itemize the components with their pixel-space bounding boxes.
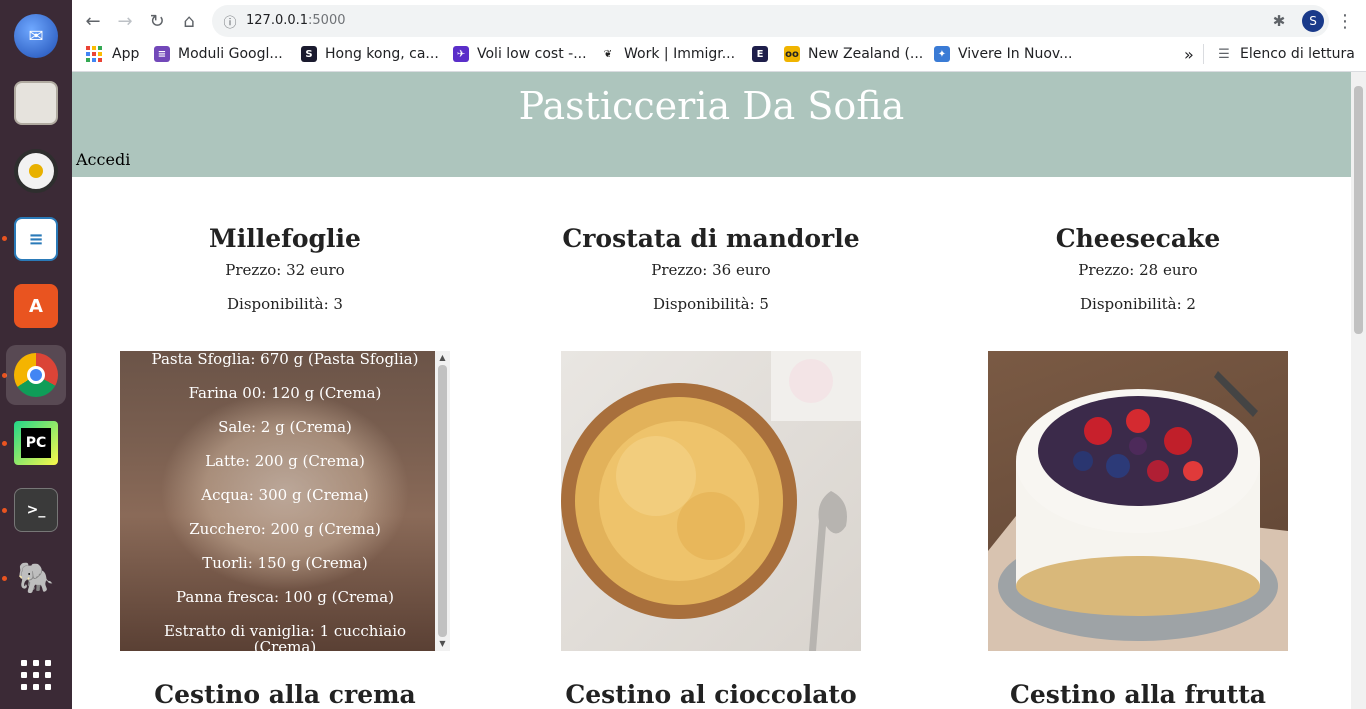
site-info-icon[interactable]: ⓘ <box>220 11 240 31</box>
web-page: Pasticceria Da Sofia Accedi Millefoglie … <box>72 72 1351 709</box>
page-scrollbar[interactable] <box>1351 72 1366 709</box>
thunderbird-icon: ✉ <box>14 14 58 58</box>
site-title: Pasticceria Da Sofia <box>518 84 905 128</box>
product-price: Prezzo: 28 euro <box>1078 261 1198 279</box>
chrome-launcher[interactable] <box>6 345 66 405</box>
site-favicon-icon: ✦ <box>934 46 950 62</box>
pgadmin-launcher[interactable]: 🐘 <box>6 548 66 608</box>
fern-icon: ❦ <box>603 48 613 60</box>
menu-kebab-icon[interactable]: ⋮ <box>1330 6 1360 36</box>
s-icon: S <box>301 46 317 62</box>
browser-toolbar: ← → ↻ ⌂ ⓘ 127.0.0.1:5000 ☆ ✱ S ⋮ <box>72 4 1366 38</box>
ubuntu-dock: ✉ ≡ A PC >_ 🐘 <box>0 0 72 709</box>
address-bar[interactable]: ⓘ 127.0.0.1:5000 ☆ <box>212 5 1329 37</box>
bookmark-vivere-nuova[interactable]: ✦ Vivere In Nuov... <box>934 44 1072 64</box>
app-grid-icon <box>21 660 51 690</box>
forms-icon: ≡ <box>154 46 170 62</box>
cheesecake-photo[interactable] <box>988 351 1288 651</box>
login-link[interactable]: Accedi <box>76 150 130 169</box>
e-icon: E <box>752 46 768 62</box>
forward-icon[interactable]: → <box>110 6 140 36</box>
product-name: Cestino alla crema <box>154 680 416 709</box>
url-text[interactable]: 127.0.0.1:5000 <box>246 13 346 28</box>
scroll-up-icon[interactable]: ▲ <box>438 353 447 363</box>
show-apps-button[interactable] <box>6 645 66 705</box>
software-center-icon: A <box>14 284 58 328</box>
bookmark-voli-low-cost[interactable]: ✈ Voli low cost -... <box>453 44 587 64</box>
tripadvisor-icon: oo <box>784 46 800 62</box>
extensions-icon[interactable]: ✱ <box>1264 6 1294 36</box>
terminal-launcher[interactable]: >_ <box>6 480 66 540</box>
bookmarks-bar: App ≡ Moduli Googl... S Hong kong, ca...… <box>72 40 1366 68</box>
crostata-photo[interactable] <box>561 351 861 651</box>
product-card: Cheesecake Prezzo: 28 euro Disponibilità… <box>925 224 1351 329</box>
rhythmbox-launcher[interactable] <box>6 141 66 201</box>
bookmark-apps[interactable]: App <box>86 44 139 64</box>
writer-icon: ≡ <box>14 217 58 261</box>
page-scroll-thumb[interactable] <box>1354 86 1363 334</box>
product-availability: Disponibilità: 3 <box>227 295 343 313</box>
ingredient-item: Estratto di vaniglia: 1 cucchiaio (Crema… <box>163 622 407 651</box>
bookmark-new-zealand[interactable]: oo New Zealand (... <box>784 44 923 64</box>
profile-avatar[interactable]: S <box>1302 10 1324 32</box>
product-card: Cestino alla crema <box>72 680 498 709</box>
scroll-thumb[interactable] <box>438 365 447 637</box>
product-name: Millefoglie <box>209 224 361 253</box>
flight-icon: ✈ <box>453 46 469 62</box>
product-name: Cheesecake <box>1055 224 1221 253</box>
ingredient-item: Sale: 2 g (Crema) <box>218 418 352 436</box>
reload-icon[interactable]: ↻ <box>142 6 172 36</box>
ingredient-item: Farina 00: 120 g (Crema) <box>188 384 382 402</box>
bookmark-google-forms[interactable]: ≡ Moduli Googl... <box>154 44 283 64</box>
files-launcher[interactable] <box>6 73 66 133</box>
berry-cheesecake-image <box>988 371 1288 651</box>
back-icon[interactable]: ← <box>78 6 108 36</box>
files-icon <box>14 81 58 125</box>
bookmarks-overflow[interactable]: » <box>1184 44 1194 64</box>
product-card: Crostata di mandorle Prezzo: 36 euro Dis… <box>498 224 924 329</box>
browser-chrome: ← → ↻ ⌂ ⓘ 127.0.0.1:5000 ☆ ✱ S ⋮ App ≡ M… <box>72 0 1366 72</box>
ingredient-item: Latte: 200 g (Crema) <box>205 452 365 470</box>
product-availability: Disponibilità: 5 <box>653 295 769 313</box>
product-card: Millefoglie Prezzo: 32 euro Disponibilit… <box>72 224 498 329</box>
ingredients-list: Pasta Sfoglia: 670 g (Pasta Sfoglia) Far… <box>135 351 435 651</box>
ingredient-item: Panna fresca: 100 g (Crema) <box>175 588 395 606</box>
home-icon[interactable]: ⌂ <box>174 6 204 36</box>
thunderbird-launcher[interactable]: ✉ <box>6 6 66 66</box>
pycharm-icon: PC <box>14 421 58 465</box>
product-price: Prezzo: 36 euro <box>651 261 771 279</box>
ingredient-item: Pasta Sfoglia: 670 g (Pasta Sfoglia) <box>151 351 419 368</box>
product-card: Cestino alla frutta <box>925 680 1351 709</box>
writer-launcher[interactable]: ≡ <box>6 209 66 269</box>
product-name: Cestino al cioccolato <box>565 680 857 709</box>
chrome-icon <box>14 353 58 397</box>
terminal-icon: >_ <box>14 488 58 532</box>
scroll-down-icon[interactable]: ▼ <box>438 639 447 649</box>
software-launcher[interactable]: A <box>6 276 66 336</box>
ingredient-item: Tuorli: 150 g (Crema) <box>202 554 368 572</box>
ingredient-item: Acqua: 300 g (Crema) <box>201 486 369 504</box>
product-price: Prezzo: 32 euro <box>225 261 345 279</box>
bookmark-hong-kong[interactable]: S Hong kong, ca... <box>301 44 439 64</box>
bookmark-work-immigration[interactable]: ❦ Work | Immigr... <box>600 44 735 64</box>
site-header: Pasticceria Da Sofia Accedi <box>72 72 1351 177</box>
apps-grid-icon <box>86 46 102 62</box>
rhythmbox-icon <box>14 149 58 193</box>
ingredient-item: Zucchero: 200 g (Crema) <box>189 520 381 538</box>
reading-list-icon: ☰ <box>1218 46 1230 62</box>
reading-list[interactable]: ☰ Elenco di lettura <box>1216 44 1355 64</box>
almond-tart-image <box>561 351 861 651</box>
product-name: Cestino alla frutta <box>1010 680 1266 709</box>
product-card: Cestino al cioccolato <box>498 680 924 709</box>
bookmark-e[interactable]: E <box>752 44 776 64</box>
product-availability: Disponibilità: 2 <box>1080 295 1196 313</box>
product-name: Crostata di mandorle <box>562 224 860 253</box>
pycharm-launcher[interactable]: PC <box>6 413 66 473</box>
ingredients-panel[interactable]: Pasta Sfoglia: 670 g (Pasta Sfoglia) Far… <box>120 351 450 651</box>
bookmarks-divider <box>1203 44 1204 64</box>
postgres-elephant-icon: 🐘 <box>17 560 55 596</box>
ingredients-scrollbar[interactable]: ▲ ▼ <box>435 351 450 651</box>
